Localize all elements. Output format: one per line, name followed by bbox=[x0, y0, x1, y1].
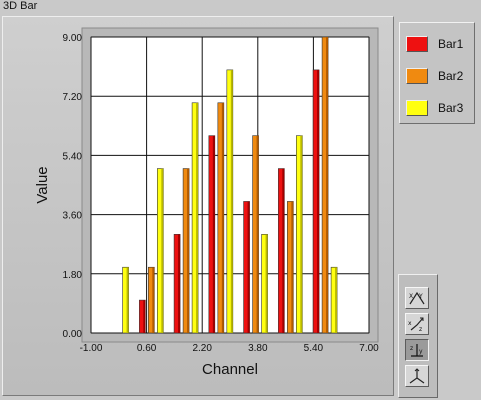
zoom-z-button[interactable]: z y bbox=[405, 339, 429, 361]
bar-side bbox=[335, 267, 338, 333]
bar-side bbox=[161, 168, 164, 333]
bar-side bbox=[256, 135, 259, 333]
bar-side bbox=[196, 102, 199, 334]
bar-side bbox=[230, 69, 233, 333]
bar-bar3-5 bbox=[296, 135, 303, 334]
plot-legend[interactable]: Bar1 Bar2 Bar3 bbox=[399, 22, 475, 124]
bar-bar2-3 bbox=[217, 102, 225, 334]
svg-text:Y: Y bbox=[418, 293, 423, 300]
bar-bar3-3 bbox=[226, 69, 234, 334]
graph-tools-palette: X Y x z z y bbox=[398, 274, 438, 398]
bar-bar2-2 bbox=[182, 168, 190, 334]
legend-swatch-bar3 bbox=[406, 100, 428, 116]
bar-side bbox=[300, 135, 303, 333]
bar-bar1-6 bbox=[312, 69, 320, 334]
legend-swatch-bar2 bbox=[406, 68, 428, 84]
svg-text:z: z bbox=[419, 326, 422, 333]
legend-item-bar1[interactable]: Bar1 bbox=[404, 35, 470, 55]
bar-side bbox=[221, 102, 224, 334]
bar-bar2-4 bbox=[252, 135, 259, 334]
x-tick-label: 3.80 bbox=[248, 343, 268, 354]
bar-side bbox=[212, 135, 215, 333]
axes-reset-button[interactable] bbox=[405, 365, 429, 387]
y-tick-label: 9.00 bbox=[63, 33, 83, 44]
bar-side bbox=[282, 168, 285, 333]
axes-reset-icon bbox=[409, 368, 425, 384]
x-axis-title: Channel bbox=[202, 361, 258, 378]
bar-bar3-6 bbox=[330, 266, 338, 334]
bar-bar1-5 bbox=[278, 168, 285, 334]
y-axis-title: Value bbox=[34, 166, 51, 203]
bar-side bbox=[187, 168, 190, 333]
bar-side bbox=[265, 234, 268, 333]
x-tick-label: 0.60 bbox=[137, 343, 157, 354]
legend-label-bar3: Bar3 bbox=[438, 101, 464, 115]
bar-bar1-3 bbox=[208, 135, 216, 334]
zoom-z-icon: z y bbox=[410, 344, 423, 357]
svg-text:y: y bbox=[419, 348, 423, 355]
graph-panel: -1.00 0.60 2.20 3.80 5.40 7.00 0.00 1.80 3.60 5.4… bbox=[2, 16, 394, 396]
pan-xy-button[interactable]: X Y bbox=[405, 287, 429, 309]
bar-side bbox=[291, 201, 294, 333]
bar-bar1-4 bbox=[243, 201, 250, 334]
bar-side bbox=[152, 267, 155, 333]
legend-label-bar1: Bar1 bbox=[438, 37, 464, 51]
bar-side bbox=[247, 201, 250, 333]
bar-bar2-5 bbox=[287, 201, 294, 334]
bar-bar3-2 bbox=[191, 102, 199, 334]
legend-item-bar2[interactable]: Bar2 bbox=[404, 67, 470, 87]
bar-side bbox=[326, 37, 329, 333]
legend-swatch-bar1 bbox=[406, 36, 428, 52]
bar-side bbox=[126, 267, 129, 333]
bar-bar3-1 bbox=[157, 168, 164, 334]
pan-xy-icon: X Y bbox=[409, 291, 425, 305]
legend-item-bar3[interactable]: Bar3 bbox=[404, 99, 470, 119]
y-tick-label: 7.20 bbox=[63, 92, 83, 103]
x-tick-label: 2.20 bbox=[192, 343, 212, 354]
bar-side bbox=[317, 69, 320, 333]
bar-bar2-6 bbox=[321, 36, 329, 334]
y-tick-label: 5.40 bbox=[63, 151, 83, 162]
rotate-xyz-button[interactable]: x z bbox=[405, 313, 429, 335]
svg-text:z: z bbox=[410, 345, 413, 352]
legend-label-bar2: Bar2 bbox=[438, 69, 464, 83]
bar-bar1-2 bbox=[173, 234, 181, 334]
bar-side bbox=[143, 300, 146, 333]
bar-bar2-1 bbox=[148, 266, 155, 334]
rotate-xyz-icon: x z bbox=[408, 317, 424, 333]
bar-side bbox=[178, 234, 181, 333]
svg-text:x: x bbox=[408, 320, 412, 327]
x-tick-label: -1.00 bbox=[80, 343, 103, 354]
window-title: 3D Bar bbox=[3, 0, 38, 12]
y-tick-label: 0.00 bbox=[63, 329, 83, 340]
bar-bar3-0 bbox=[122, 266, 129, 334]
x-tick-label: 7.00 bbox=[359, 343, 379, 354]
y-tick-label: 1.80 bbox=[63, 270, 83, 281]
y-tick-label: 3.60 bbox=[63, 211, 83, 222]
svg-text:X: X bbox=[409, 293, 413, 300]
bar-bar1-1 bbox=[139, 299, 146, 334]
bar-chart: -1.00 0.60 2.20 3.80 5.40 7.00 0.00 1.80 3.60 5.4… bbox=[34, 27, 379, 378]
bar-bar3-4 bbox=[261, 234, 268, 334]
x-tick-label: 5.40 bbox=[304, 343, 324, 354]
